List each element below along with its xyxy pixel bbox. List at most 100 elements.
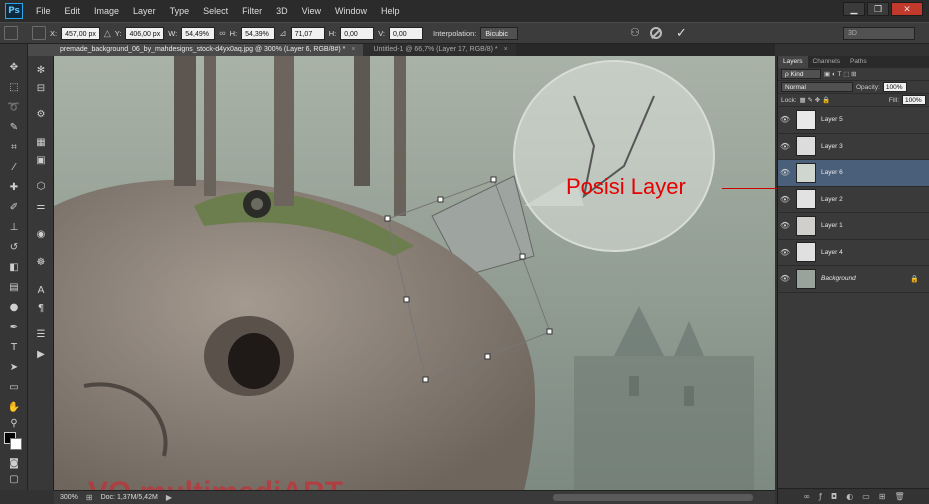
menu-window[interactable]: Window xyxy=(328,0,374,22)
character-icon[interactable]: A xyxy=(34,284,48,298)
visibility-eye-icon[interactable]: 👁 xyxy=(778,248,792,257)
tab-premade-background[interactable]: premade_background_06_by_mahdesigns_stoc… xyxy=(28,44,364,56)
background-color-swatch[interactable] xyxy=(10,438,22,450)
quick-select-tool-icon[interactable]: ✎ xyxy=(5,120,23,136)
timeline-icon[interactable]: ▶ xyxy=(34,348,48,362)
3d-icon[interactable]: ⬡ xyxy=(34,180,48,194)
menu-file[interactable]: File xyxy=(29,0,58,22)
transform-tool-icon[interactable] xyxy=(4,26,18,40)
layer-row[interactable]: 👁 Layer 4 xyxy=(778,239,929,266)
styles-icon[interactable]: ◉ xyxy=(34,228,48,242)
transform-handle[interactable] xyxy=(422,376,429,383)
height-field[interactable]: 54,39% xyxy=(241,26,276,40)
menu-select[interactable]: Select xyxy=(196,0,235,22)
layer-row[interactable]: 👁 Layer 2 xyxy=(778,186,929,213)
lasso-tool-icon[interactable]: ➰ xyxy=(5,100,23,116)
menu-filter[interactable]: Filter xyxy=(235,0,269,22)
horizontal-scrollbar[interactable] xyxy=(553,494,753,501)
path-select-tool-icon[interactable]: ➤ xyxy=(5,360,23,376)
quick-mask-icon[interactable]: ◙ xyxy=(5,456,23,472)
transform-handle[interactable] xyxy=(403,296,410,303)
status-menu-arrow-icon[interactable]: ▶ xyxy=(166,493,172,502)
crop-tool-icon[interactable]: ⌗ xyxy=(5,140,23,156)
layer-style-icon[interactable]: ƒ xyxy=(819,492,822,501)
workspace-select[interactable]: 3D xyxy=(843,27,915,40)
layer-row[interactable]: 👁 Background 🔒 xyxy=(778,266,929,293)
width-field[interactable]: 54,49% xyxy=(181,26,216,40)
kind-filter-select[interactable]: ρ Kind xyxy=(781,69,821,79)
swatches-icon[interactable]: ☸ xyxy=(34,256,48,270)
opacity-field[interactable]: 100% xyxy=(882,82,907,92)
visibility-eye-icon[interactable]: 👁 xyxy=(778,142,792,151)
shape-tool-icon[interactable]: ▭ xyxy=(5,380,23,396)
angle-field[interactable]: 71,07 xyxy=(290,26,325,40)
transform-handle[interactable] xyxy=(384,215,391,222)
blend-mode-select[interactable]: Normal xyxy=(781,82,853,92)
menu-3d[interactable]: 3D xyxy=(269,0,295,22)
marquee-tool-icon[interactable]: ⬚ xyxy=(5,80,23,96)
link-icon[interactable]: ∞ xyxy=(219,28,225,38)
tab-paths[interactable]: Paths xyxy=(845,56,872,68)
tab-layers[interactable]: Layers xyxy=(778,56,808,68)
history-icon[interactable]: ▦ xyxy=(34,136,48,150)
commit-transform-icon[interactable]: ✓ xyxy=(676,25,687,41)
transform-handle[interactable] xyxy=(519,253,526,260)
hand-tool-icon[interactable]: ✋ xyxy=(5,400,23,416)
transform-handle[interactable] xyxy=(490,176,497,183)
eyedropper-tool-icon[interactable]: ⁄ xyxy=(5,160,23,176)
delete-layer-icon[interactable]: 🗑 xyxy=(894,492,904,501)
new-group-icon[interactable]: ▭ xyxy=(862,492,870,501)
visibility-eye-icon[interactable]: 👁 xyxy=(778,221,792,230)
transform-handle[interactable] xyxy=(437,196,444,203)
vskew-field[interactable]: 0,00 xyxy=(389,26,424,40)
pen-tool-icon[interactable]: ✒ xyxy=(5,320,23,336)
stamp-tool-icon[interactable]: ⊥ xyxy=(5,220,23,236)
gradient-tool-icon[interactable]: ▤ xyxy=(5,280,23,296)
transform-handle[interactable] xyxy=(546,328,553,335)
transform-handle[interactable] xyxy=(484,353,491,360)
brush-preset-icon[interactable]: ✻ xyxy=(34,64,48,78)
cancel-transform-icon[interactable] xyxy=(650,27,662,39)
lock-icons[interactable]: ▦ ✎ ✥ 🔒 xyxy=(800,96,831,104)
tab-channels[interactable]: Channels xyxy=(808,56,845,68)
paragraph-icon[interactable]: ¶ xyxy=(34,302,48,316)
layer-mask-icon[interactable]: ◘ xyxy=(831,492,837,501)
menu-help[interactable]: Help xyxy=(374,0,407,22)
layer-row[interactable]: 👁 Layer 1 xyxy=(778,213,929,240)
status-icon[interactable]: ⊞ xyxy=(86,493,93,502)
layer-row[interactable]: 👁 Layer 5 xyxy=(778,107,929,134)
zoom-level[interactable]: 300% xyxy=(60,494,78,501)
reference-point-icon[interactable] xyxy=(32,26,46,40)
x-field[interactable]: 457,00 px xyxy=(61,26,100,40)
blur-tool-icon[interactable]: ● xyxy=(5,300,23,316)
close-button[interactable]: ✕ xyxy=(891,2,923,16)
clone-source-icon[interactable]: ⊟ xyxy=(34,82,48,96)
document-canvas[interactable]: VO multimediART xyxy=(54,56,775,490)
menu-layer[interactable]: Layer xyxy=(126,0,163,22)
adjustment-layer-icon[interactable]: ◐ xyxy=(846,492,853,501)
visibility-eye-icon[interactable]: 👁 xyxy=(778,168,792,177)
actions-icon[interactable]: ▣ xyxy=(34,154,48,168)
restore-button[interactable]: ❐ xyxy=(867,2,889,16)
link-layers-icon[interactable]: ∞ xyxy=(803,492,810,501)
eraser-tool-icon[interactable]: ◧ xyxy=(5,260,23,276)
layer-row-selected[interactable]: 👁 Layer 6 xyxy=(778,160,929,187)
filter-icons[interactable]: ▣ ◐ T ⬚ ⊞ xyxy=(824,70,857,78)
delta-icon[interactable]: △ xyxy=(104,28,111,39)
menu-edit[interactable]: Edit xyxy=(58,0,88,22)
screen-mode-icon[interactable]: ▢ xyxy=(5,472,23,488)
visibility-eye-icon[interactable]: 👁 xyxy=(778,274,792,283)
healing-tool-icon[interactable]: ✚ xyxy=(5,180,23,196)
tab-close-icon[interactable]: × xyxy=(351,46,355,53)
fill-field[interactable]: 100% xyxy=(902,95,926,105)
adjustments-icon[interactable]: ⚙ xyxy=(34,108,48,122)
visibility-eye-icon[interactable]: 👁 xyxy=(778,115,792,124)
info-icon[interactable]: ☰ xyxy=(34,328,48,342)
hskew-field[interactable]: 0,00 xyxy=(340,26,375,40)
warp-mode-icon[interactable]: ⚇ xyxy=(630,26,640,39)
minimize-button[interactable]: ▁ xyxy=(843,2,865,16)
y-field[interactable]: 406,00 px xyxy=(125,26,165,40)
menu-type[interactable]: Type xyxy=(163,0,197,22)
menu-image[interactable]: Image xyxy=(87,0,126,22)
brush-tool-icon[interactable]: ✐ xyxy=(5,200,23,216)
